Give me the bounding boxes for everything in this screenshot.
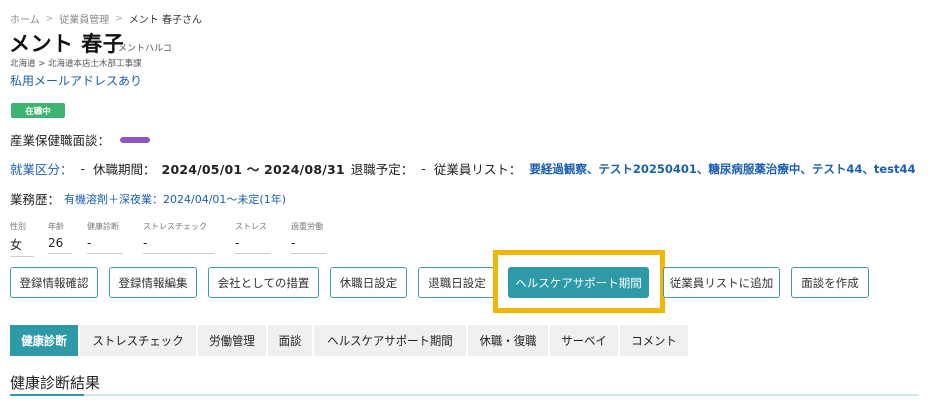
leave-period-value: 2024/05/01 ～ 2024/08/31 [161,162,345,177]
stat-value-health-checkup: - [87,236,123,254]
tab-label: 休職・復職 [479,334,537,348]
retirement-date-setting-button[interactable]: 退職日設定 [418,267,496,298]
tab-survey[interactable]: サーベイ [550,325,619,356]
breadcrumb-employee-management-link[interactable]: 従業員管理 [59,11,109,26]
tab-label: 面談 [278,334,302,348]
breadcrumb-separator: > [45,13,54,24]
employee-info-row: 就業区分： - 休職期間： 2024/05/01 ～ 2024/08/31 退職… [10,159,916,178]
tab-labor-management[interactable]: 労働管理 [198,325,267,356]
stat-value-stress: - [235,236,271,254]
stat-value-age: 26 [48,236,72,254]
view-registration-button[interactable]: 登録情報確認 [10,267,98,298]
private-email-link[interactable]: 私用メールアドレスあり [10,72,142,89]
stat-label-gender: 性別 [10,222,26,231]
retirement-plan-value: - [421,161,426,176]
tab-stress-check[interactable]: ストレスチェック [80,325,197,356]
status-badge: 在職中 [11,103,65,118]
work-history-value[interactable]: 有機溶剤＋深夜業：2024/04/01～未定(1年) [64,191,286,207]
breadcrumb-current: メント 春子さん [128,15,202,26]
add-to-employee-list-button[interactable]: 従業員リストに追加 [663,267,780,298]
stat-label-stress-check: ストレスチェック [143,222,207,231]
tab-healthcare-support-period[interactable]: ヘルスケアサポート期間 [314,325,467,356]
create-interview-button[interactable]: 面談を作成 [791,267,869,298]
interview-status-bar [120,136,151,143]
employee-kana: メントハルコ [118,44,172,54]
tab-label: ストレスチェック [92,334,184,348]
stat-label-stress: ストレス [235,222,267,231]
work-history-label: 業務歴： [10,192,61,207]
stat-label-age: 年齢 [48,222,64,231]
employment-category-label[interactable]: 就業区分： [10,159,73,178]
tab-interview[interactable]: 面談 [268,325,313,356]
employee-organization: 北海道 > 北海道本店土木部工事課 [10,59,142,69]
employment-category-value: - [80,161,86,176]
work-history-row: 業務歴： 有機溶剤＋深夜業：2024/04/01～未定(1年) [10,189,286,208]
tab-comment[interactable]: コメント [620,325,689,356]
healthcare-support-period-button[interactable]: ヘルスケアサポート期間 [508,267,649,298]
employee-name: メント 春子 [9,32,125,56]
interview-label: 産業保健職面談： [10,133,111,148]
retirement-plan-label: 退職予定： [350,162,414,177]
leave-date-setting-button[interactable]: 休職日設定 [330,267,407,298]
employee-list-value[interactable]: 要経過観察、テスト20250401、糖尿病服薬治療中、テスト44、test44 [529,161,915,177]
section-divider [10,394,919,396]
stat-value-overwork: - [291,236,327,254]
tab-health-checkup[interactable]: 健康診断 [10,325,79,356]
edit-registration-button[interactable]: 登録情報編集 [109,267,197,298]
tab-bar: 健康診断 ストレスチェック 労働管理 面談 ヘルスケアサポート期間 休職・復職 … [10,325,690,356]
leave-period-label: 休職期間： [93,162,156,177]
tab-label: 労働管理 [209,334,255,348]
breadcrumb-separator: > [115,13,123,24]
company-measures-button[interactable]: 会社としての措置 [208,267,319,298]
occupational-health-interview: 産業保健職面談： [10,130,151,149]
stat-value-gender: 女 [10,236,34,257]
tab-label: サーベイ [561,334,607,348]
tab-leave-return[interactable]: 休職・復職 [468,325,549,356]
tab-label: ヘルスケアサポート期間 [327,334,453,348]
stat-label-overwork: 過重労働 [291,222,323,231]
section-divider-accent [10,394,84,396]
breadcrumb: ホーム > 従業員管理 > メント 春子さん [10,11,202,27]
breadcrumb-home-link[interactable]: ホーム [10,11,40,26]
stat-value-stress-check: - [143,236,215,254]
tab-label: 健康診断 [21,334,67,348]
tab-label: コメント [631,334,677,348]
section-title: 健康診断結果 [10,374,101,392]
stat-label-health-checkup: 健康診断 [87,222,119,231]
employee-list-label: 従業員リスト： [433,162,522,177]
